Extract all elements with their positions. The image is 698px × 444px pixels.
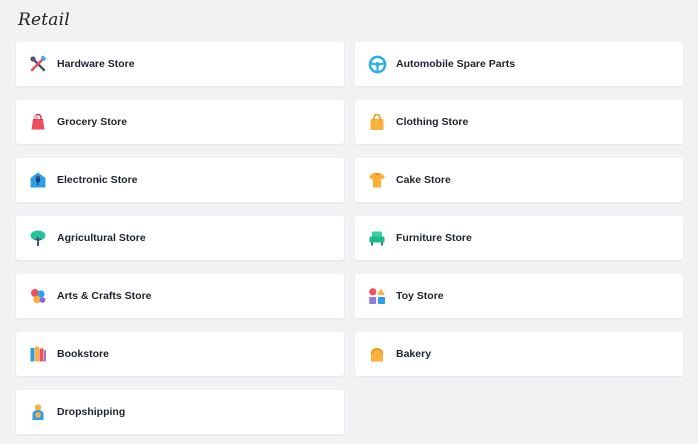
store-card-electronic[interactable]: Electronic Store	[16, 158, 344, 202]
plug-house-icon	[28, 170, 48, 190]
store-label: Dropshipping	[57, 406, 126, 418]
store-label: Bookstore	[57, 348, 109, 360]
bread-icon	[367, 344, 387, 364]
store-card-cake[interactable]: Cake Store	[355, 158, 683, 202]
store-card-automobile-spare-parts[interactable]: Automobile Spare Parts	[355, 42, 683, 86]
store-category-grid: Hardware Store Automobile Spare Parts Gr…	[16, 42, 683, 434]
store-label: Hardware Store	[57, 58, 135, 70]
store-label: Arts & Crafts Store	[57, 290, 152, 302]
store-card-arts-crafts[interactable]: Arts & Crafts Store	[16, 274, 344, 318]
delivery-person-icon	[28, 402, 48, 422]
grocery-bag-icon	[28, 112, 48, 132]
toy-blocks-icon	[367, 286, 387, 306]
tools-icon	[28, 54, 48, 74]
store-card-agricultural[interactable]: Agricultural Store	[16, 216, 344, 260]
store-card-dropshipping[interactable]: Dropshipping	[16, 390, 344, 434]
store-label: Bakery	[396, 348, 432, 360]
shirt-icon	[367, 170, 387, 190]
store-card-grocery[interactable]: Grocery Store	[16, 100, 344, 144]
store-label: Automobile Spare Parts	[396, 58, 516, 70]
store-label: Cake Store	[396, 174, 451, 186]
store-label: Toy Store	[396, 290, 444, 302]
palette-icon	[28, 286, 48, 306]
shopping-bag-icon	[367, 112, 387, 132]
store-card-hardware[interactable]: Hardware Store	[16, 42, 344, 86]
section-title: Retail	[18, 10, 70, 30]
store-card-bookstore[interactable]: Bookstore	[16, 332, 344, 376]
armchair-icon	[367, 228, 387, 248]
store-card-furniture[interactable]: Furniture Store	[355, 216, 683, 260]
store-card-toy[interactable]: Toy Store	[355, 274, 683, 318]
store-label: Furniture Store	[396, 232, 472, 244]
tree-icon	[28, 228, 48, 248]
store-label: Agricultural Store	[57, 232, 146, 244]
store-label: Clothing Store	[396, 116, 469, 128]
store-label: Grocery Store	[57, 116, 128, 128]
books-icon	[28, 344, 48, 364]
store-card-clothing[interactable]: Clothing Store	[355, 100, 683, 144]
store-card-bakery[interactable]: Bakery	[355, 332, 683, 376]
store-label: Electronic Store	[57, 174, 138, 186]
steering-wheel-icon	[367, 54, 387, 74]
